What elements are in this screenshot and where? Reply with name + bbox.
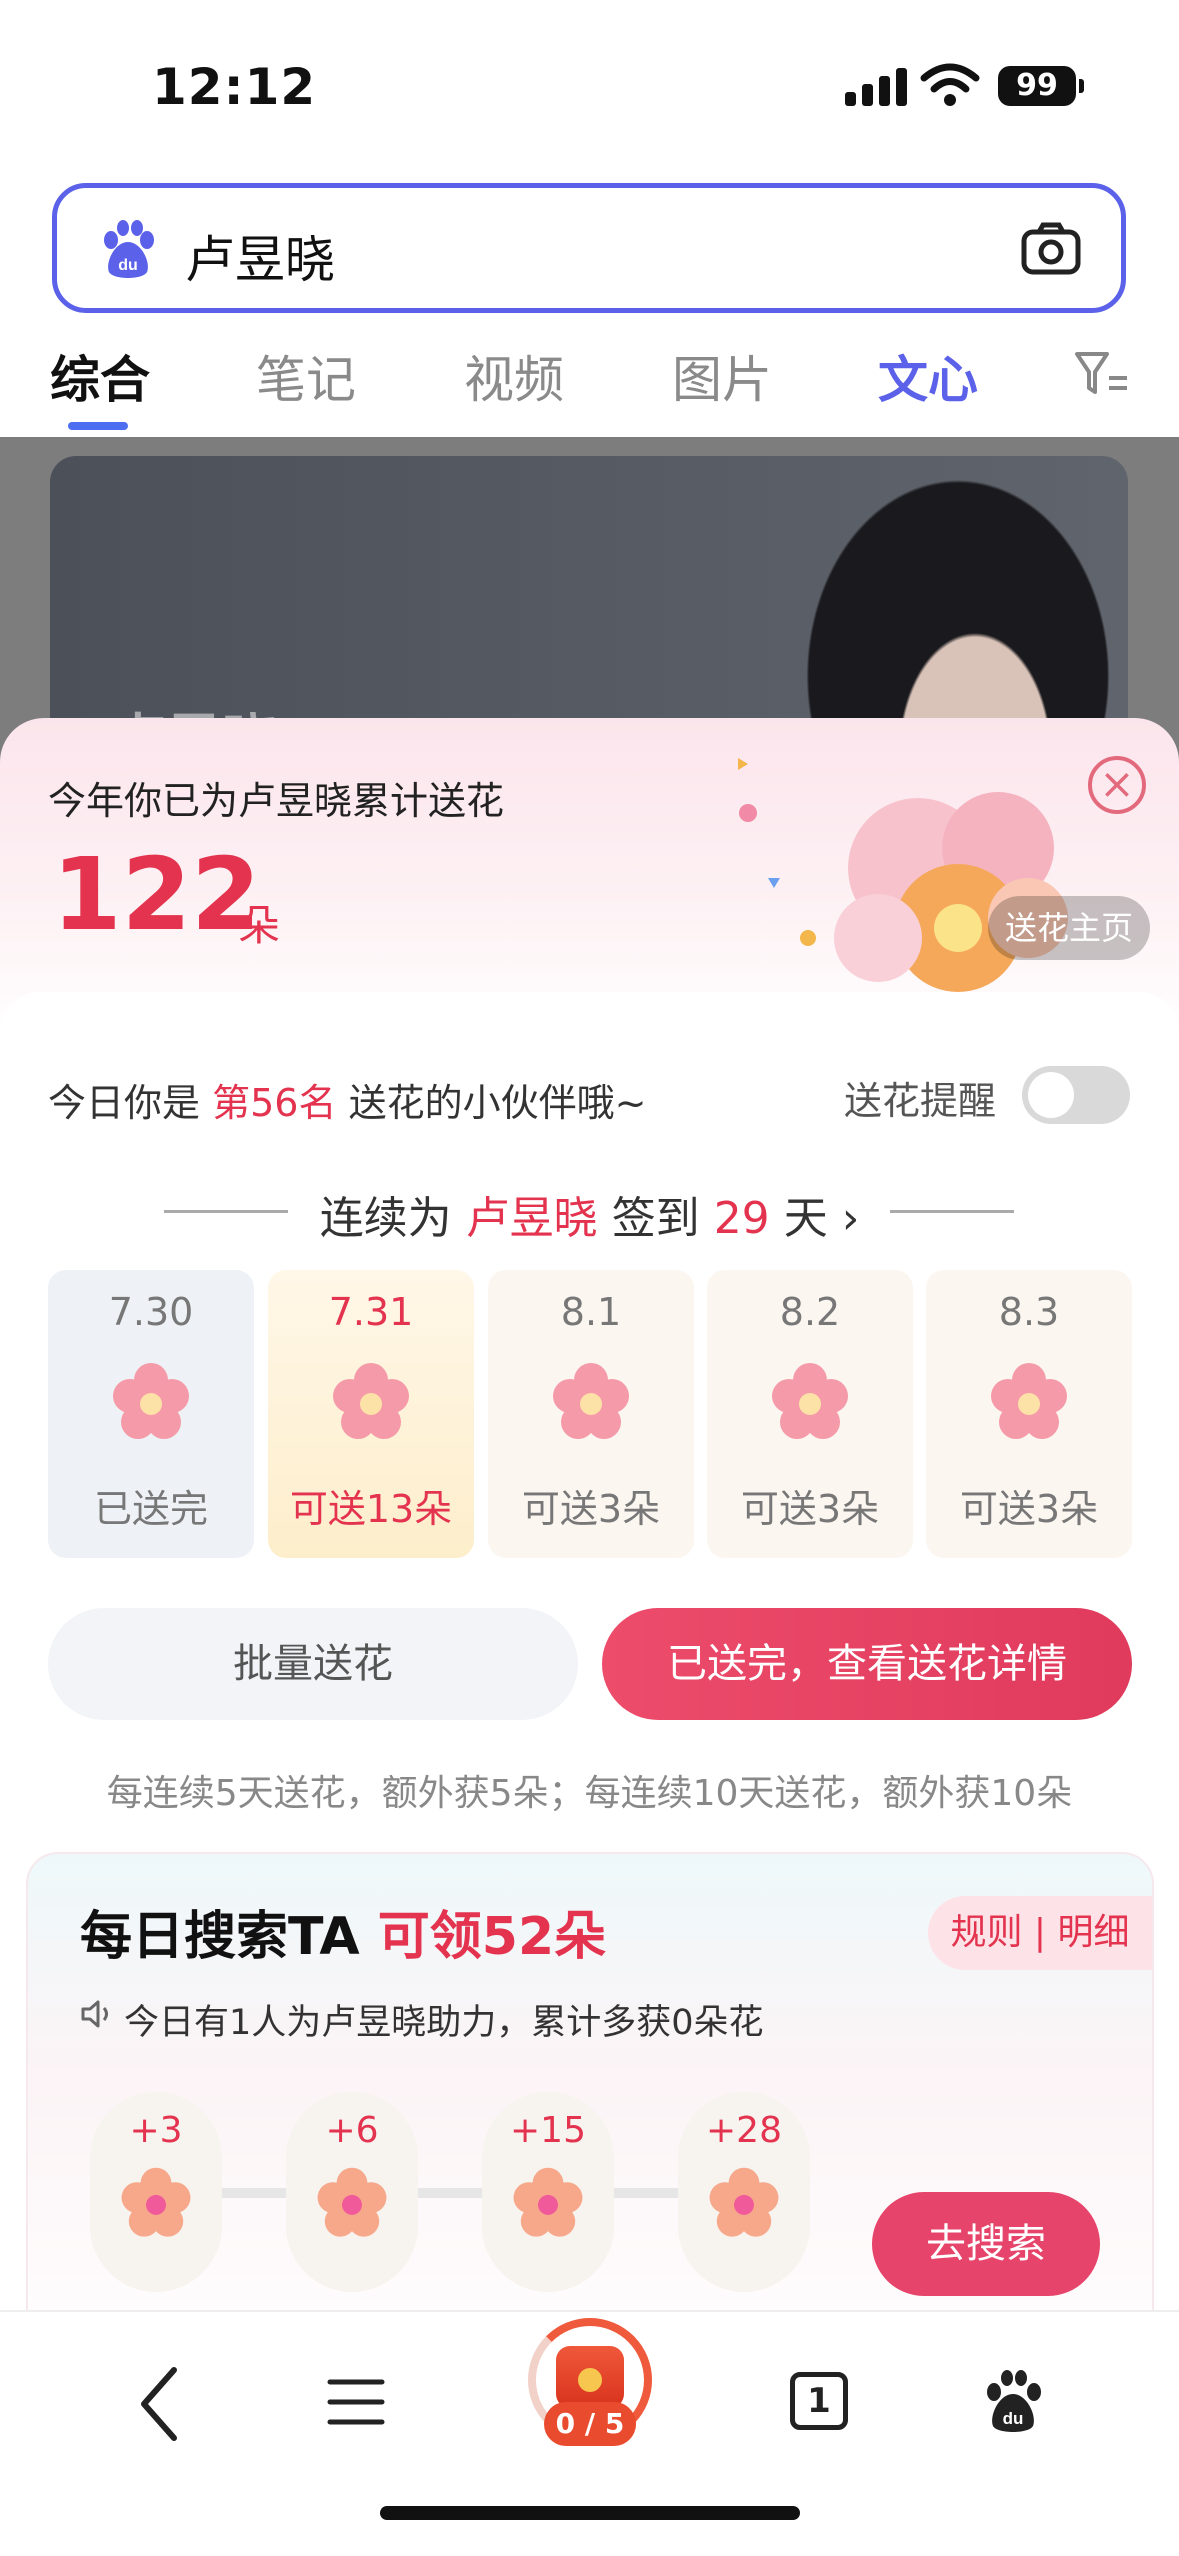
flower-icon <box>991 1363 1067 1439</box>
reward-step: +6 <box>286 2092 418 2292</box>
day-card[interactable]: 8.3 可送3朵 <box>926 1270 1132 1558</box>
rank-value: 第56名 <box>212 1081 337 1125</box>
reward-step: +3 <box>90 2092 222 2292</box>
daily-title: 每日搜索TA 可领52朵 <box>80 1894 606 1969</box>
camera-icon[interactable] <box>1021 222 1081 276</box>
tab-notes[interactable]: 笔记 <box>256 340 356 412</box>
search-box[interactable]: du 卢昱晓 <box>52 183 1126 313</box>
sheet-header: 今年你已为卢昱晓累计送花 <box>48 779 505 823</box>
step-value: +28 <box>706 2110 782 2151</box>
flower-count: 122 <box>52 836 261 953</box>
daily-title-text: 每日搜索TA <box>80 1907 360 1967</box>
flower-homepage-button[interactable]: 送花主页 <box>988 896 1150 960</box>
day-date: 7.31 <box>328 1290 414 1334</box>
bouquet-illustration <box>738 758 1068 992</box>
day-status: 可送3朵 <box>740 1487 880 1531</box>
flower-icon <box>709 2167 779 2237</box>
day-list: 7.30 已送完 7.31 可送13朵 8.1 可送3朵 8.2 可送3朵 8.… <box>48 1270 1132 1558</box>
tab-wenxin[interactable]: 文心 <box>878 340 978 412</box>
baidu-logo-icon: du <box>104 220 154 278</box>
flower-icon <box>121 2167 191 2237</box>
back-icon[interactable] <box>136 2364 184 2444</box>
tabs-count-button[interactable]: 1 <box>790 2372 848 2430</box>
steps-track <box>150 2188 710 2198</box>
svg-text:du: du <box>1003 2409 1024 2428</box>
streak-suffix: 天 <box>783 1193 828 1244</box>
flower-icon <box>113 1363 189 1439</box>
menu-icon[interactable] <box>326 2376 386 2428</box>
search-tabs: 综合 笔记 视频 图片 文心 <box>0 340 1179 436</box>
batch-send-button[interactable]: 批量送花 <box>48 1608 578 1720</box>
tab-videos[interactable]: 视频 <box>464 340 564 412</box>
flower-icon <box>317 2167 387 2237</box>
reward-step: +15 <box>482 2092 614 2292</box>
rank-suffix: 送花的小伙伴哦~ <box>348 1081 647 1125</box>
step-value: +15 <box>510 2110 586 2151</box>
day-card[interactable]: 8.1 可送3朵 <box>488 1270 694 1558</box>
chevron-right-icon: › <box>841 1193 860 1244</box>
status-time: 12:12 <box>152 58 317 116</box>
streak-name: 卢昱晓 <box>465 1193 598 1244</box>
wifi-icon <box>920 63 980 106</box>
day-date: 8.3 <box>998 1290 1060 1334</box>
red-packet-count: 0 / 5 <box>544 2402 636 2446</box>
day-date: 8.2 <box>779 1290 841 1334</box>
day-date: 7.30 <box>108 1290 194 1334</box>
search-query[interactable]: 卢昱晓 <box>185 220 335 292</box>
day-status: 已送完 <box>93 1487 208 1531</box>
home-indicator <box>380 2506 800 2520</box>
rank-text: 今日你是 第56名 送花的小伙伴哦~ <box>48 1072 646 1127</box>
bonus-tip: 每连续5天送花，额外获5朵；每连续10天送花，额外获10朵 <box>106 1773 1073 1814</box>
svg-text:du: du <box>118 257 138 274</box>
streak-days: 29 <box>713 1193 770 1244</box>
active-tab-indicator <box>68 422 128 430</box>
assist-text: 今日有1人为卢昱晓助力，累计多获0朵花 <box>124 2003 764 2043</box>
flower-icon <box>772 1363 848 1439</box>
close-button[interactable]: × <box>1088 756 1146 814</box>
day-status: 可送3朵 <box>521 1487 661 1531</box>
streak-middle: 签到 <box>611 1193 700 1244</box>
battery-icon: 99 <box>998 66 1084 106</box>
flower-icon <box>553 1363 629 1439</box>
signal-icon <box>845 68 907 106</box>
reminder-label: 送花提醒 <box>844 1079 997 1123</box>
flower-unit: 朵 <box>238 901 281 950</box>
day-card[interactable]: 7.31 可送13朵 <box>268 1270 474 1558</box>
day-card[interactable]: 8.2 可送3朵 <box>707 1270 913 1558</box>
step-value: +6 <box>325 2110 379 2151</box>
reminder-toggle[interactable] <box>1022 1066 1130 1124</box>
filter-icon[interactable] <box>1073 348 1131 398</box>
day-status: 可送13朵 <box>289 1487 453 1531</box>
rank-prefix: 今日你是 <box>48 1081 201 1125</box>
day-date: 8.1 <box>560 1290 622 1334</box>
flower-sheet: 今年你已为卢昱晓累计送花 122 朵 × 送花主页 今日你是 第56名 送花的小… <box>0 718 1179 2556</box>
tab-all[interactable]: 综合 <box>50 340 150 412</box>
red-packet-icon[interactable] <box>556 2346 624 2408</box>
flower-icon <box>333 1363 409 1439</box>
streak-link[interactable]: 连续为 卢昱晓 签到 29 天 › <box>0 1182 1179 1246</box>
day-status: 可送3朵 <box>959 1487 1099 1531</box>
status-bar: 12:12 99 <box>0 0 1179 170</box>
speaker-icon <box>81 2000 108 2028</box>
reward-step: +28 <box>678 2092 810 2292</box>
tab-images[interactable]: 图片 <box>672 340 772 412</box>
rules-details-button[interactable]: 规则 | 明细 <box>928 1896 1152 1970</box>
view-details-button[interactable]: 已送完，查看送花详情 <box>602 1608 1132 1720</box>
step-value: +3 <box>129 2110 183 2151</box>
reward-steps: +3 +6 +15 +28 <box>90 2092 810 2292</box>
streak-prefix: 连续为 <box>319 1193 452 1244</box>
day-card[interactable]: 7.30 已送完 <box>48 1270 254 1558</box>
baidu-home-icon[interactable]: du <box>982 2368 1044 2434</box>
daily-reward: 可领52朵 <box>377 1907 607 1967</box>
flower-icon <box>513 2167 583 2237</box>
go-search-button[interactable]: 去搜索 <box>872 2192 1100 2296</box>
